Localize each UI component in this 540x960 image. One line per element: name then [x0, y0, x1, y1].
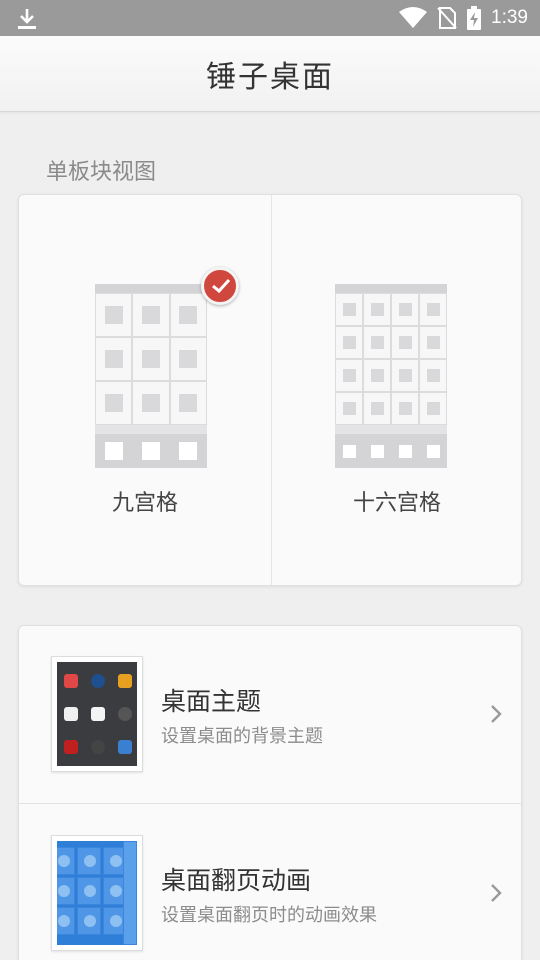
grid-cell: [335, 293, 363, 326]
dock-icon: [398, 444, 412, 458]
list-item-title: 桌面主题: [161, 687, 262, 716]
grid-cell: [419, 293, 447, 326]
list-item-page-animation[interactable]: 桌面翻页动画 设置桌面翻页时的动画效果: [19, 805, 521, 960]
theme-app-icon: [91, 740, 105, 754]
theme-app-icon: [91, 707, 105, 721]
grid-cell: [363, 392, 391, 425]
theme-thumbnail: [51, 656, 143, 772]
page-title: 锤子桌面: [206, 59, 334, 95]
grid-cell: [363, 326, 391, 359]
chevron-right-icon: [491, 884, 502, 902]
grid-cell: [391, 359, 419, 392]
grid-cell: [132, 381, 170, 425]
section-label: 单板块视图: [46, 160, 157, 185]
settings-list: 桌面主题 设置桌面的背景主题 桌面翻页动画 设置桌面翻页时的动画效果: [18, 625, 522, 960]
download-icon: [18, 9, 36, 29]
dock-icon: [426, 444, 440, 458]
animation-block: [77, 847, 101, 875]
grid-cell: [169, 381, 207, 425]
status-bar: 1:39: [0, 0, 540, 36]
grid-cell: [132, 337, 170, 381]
grid-cell: [391, 326, 419, 359]
grid-option-4x4[interactable]: 十六宫格: [271, 195, 523, 585]
status-time: 1:39: [491, 7, 528, 28]
theme-app-icon: [64, 674, 78, 688]
grid-cell: [169, 337, 207, 381]
theme-app-icon: [118, 707, 132, 721]
theme-app-icon: [118, 740, 132, 754]
grid-cell: [419, 359, 447, 392]
animation-block: [57, 907, 75, 935]
list-item-subtitle: 设置桌面翻页时的动画效果: [161, 905, 377, 926]
dock-icon: [342, 444, 356, 458]
dock-icon: [142, 442, 160, 460]
animation-block: [77, 877, 101, 905]
grid-option-3x3[interactable]: 九宫格: [19, 195, 271, 585]
list-item-subtitle: 设置桌面的背景主题: [161, 726, 323, 747]
dock-icon: [370, 444, 384, 458]
animation-block: [77, 907, 101, 935]
wifi-icon: [399, 7, 428, 28]
animation-block: [123, 841, 137, 945]
grid-cell: [363, 359, 391, 392]
grid-cell: [335, 392, 363, 425]
grid-cell: [335, 359, 363, 392]
grid-cell: [95, 293, 133, 337]
animation-block: [57, 877, 75, 905]
dock-icon: [104, 442, 123, 460]
grid-cell: [132, 293, 170, 337]
list-item-desktop-theme[interactable]: 桌面主题 设置桌面的背景主题: [19, 626, 521, 804]
chevron-right-icon: [491, 705, 502, 723]
theme-app-icon: [91, 674, 105, 688]
grid-option-label: 九宫格: [111, 491, 178, 516]
battery-charging-icon: [467, 6, 482, 30]
grid-cell: [419, 392, 447, 425]
grid-cell: [335, 326, 363, 359]
grid-preview-3x3: [95, 284, 207, 468]
animation-thumbnail: [51, 835, 143, 951]
animation-block: [57, 847, 75, 875]
grid-cell: [419, 326, 447, 359]
theme-app-icon: [118, 674, 132, 688]
grid-cell: [95, 381, 133, 425]
grid-preview-4x4: [335, 284, 447, 468]
grid-cell: [95, 337, 133, 381]
title-bar: 锤子桌面: [0, 36, 540, 112]
grid-layout-card: 九宫格 十六宫格: [18, 194, 522, 586]
dock-icon: [179, 442, 198, 460]
grid-option-label: 十六宫格: [352, 491, 441, 516]
list-item-title: 桌面翻页动画: [161, 866, 312, 895]
grid-cell: [363, 293, 391, 326]
grid-cell: [169, 293, 207, 337]
theme-app-icon: [64, 740, 78, 754]
theme-app-icon: [64, 707, 78, 721]
no-sim-icon: [437, 7, 457, 29]
selected-check-icon: [201, 267, 239, 305]
grid-cell: [391, 293, 419, 326]
grid-cell: [391, 392, 419, 425]
